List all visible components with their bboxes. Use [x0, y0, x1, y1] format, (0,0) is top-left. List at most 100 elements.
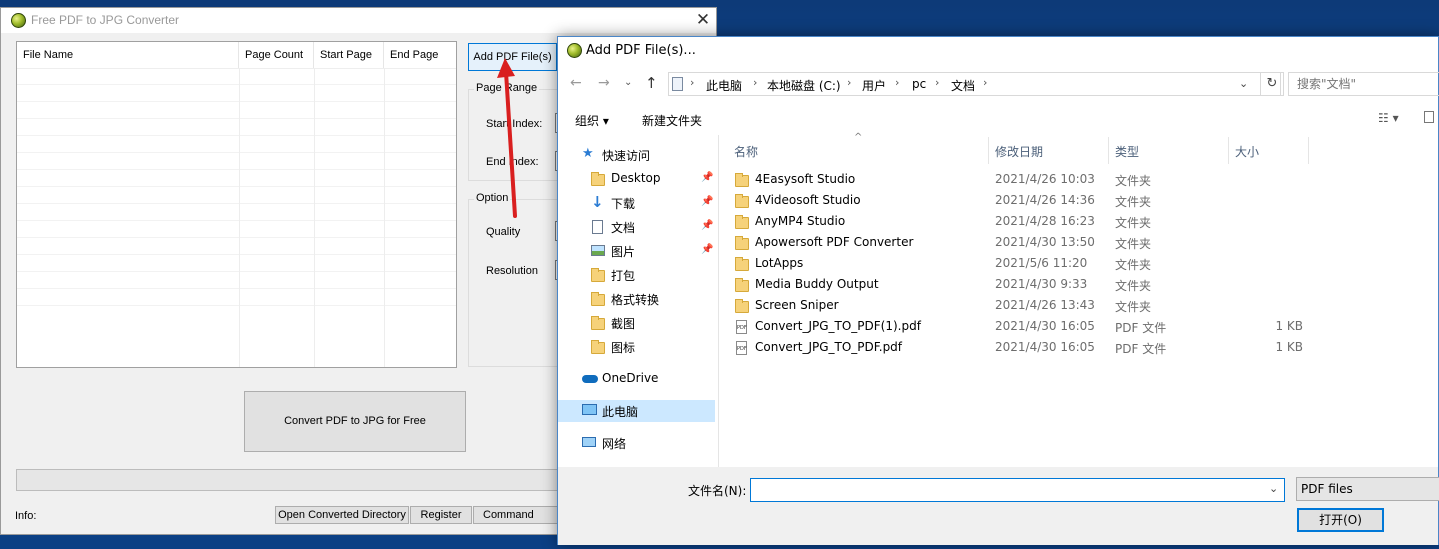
open-converted-directory-button[interactable]: Open Converted Directory — [275, 506, 409, 524]
pin-icon[interactable]: 📌 — [701, 172, 713, 183]
grid-line — [17, 254, 456, 255]
column-name[interactable]: 名称 — [734, 143, 758, 160]
pin-icon[interactable]: 📌 — [701, 196, 713, 207]
nav-item-11[interactable]: 网络 — [558, 432, 715, 454]
search-box[interactable] — [1288, 72, 1439, 96]
nav-item-6[interactable]: 格式转换 — [558, 288, 715, 310]
document-icon — [592, 220, 603, 234]
main-titlebar[interactable]: Free PDF to JPG Converter ✕ — [1, 8, 716, 33]
forward-arrow-icon[interactable]: → — [598, 75, 610, 91]
up-arrow-icon[interactable]: ↑ — [645, 74, 658, 92]
nav-item-0[interactable]: ★ 快速访问 — [558, 144, 715, 166]
breadcrumb-users[interactable]: 用户 — [862, 77, 886, 94]
refresh-icon[interactable]: ↻ — [1260, 72, 1284, 96]
file-row[interactable]: LotApps 2021/5/6 11:20 文件夹 — [720, 254, 1320, 275]
filename-input[interactable] — [751, 479, 1267, 501]
nav-item-8[interactable]: 图标 — [558, 336, 715, 358]
grid-line — [17, 84, 456, 85]
filename-field[interactable]: ⌄ — [750, 478, 1285, 502]
folder-icon — [735, 257, 749, 271]
register-button[interactable]: Register — [410, 506, 472, 524]
file-date: 2021/4/30 9:33 — [995, 277, 1088, 291]
file-date: 2021/4/26 10:03 — [995, 172, 1095, 186]
folder-icon — [735, 299, 749, 313]
close-icon[interactable]: ✕ — [695, 10, 711, 30]
file-row[interactable]: PDF Convert_JPG_TO_PDF.pdf 2021/4/30 16:05… — [720, 338, 1320, 359]
breadcrumb-separator[interactable]: › — [935, 76, 939, 89]
breadcrumb-separator[interactable]: › — [847, 76, 851, 89]
file-date: 2021/4/30 16:05 — [995, 319, 1095, 333]
view-options-icon[interactable]: ☷ ▾ — [1378, 111, 1399, 125]
file-row[interactable]: Screen Sniper 2021/4/26 13:43 文件夹 — [720, 296, 1320, 317]
nav-item-3[interactable]: 文档 📌 — [558, 216, 715, 238]
convert-button[interactable]: Convert PDF to JPG for Free — [244, 391, 466, 452]
preview-pane-icon[interactable] — [1424, 111, 1434, 123]
back-arrow-icon[interactable]: ← — [570, 75, 582, 91]
nav-item-label: 图标 — [611, 341, 636, 355]
search-input[interactable] — [1289, 73, 1439, 95]
grid-line — [384, 68, 385, 367]
filename-dropdown-icon[interactable]: ⌄ — [1269, 482, 1278, 495]
nav-item-5[interactable]: 打包 — [558, 264, 715, 286]
nav-item-7[interactable]: 截图 — [558, 312, 715, 334]
breadcrumb-separator[interactable]: › — [690, 76, 694, 89]
nav-item-1[interactable]: Desktop 📌 — [558, 168, 715, 190]
filetype-select[interactable]: PDF files — [1296, 477, 1439, 501]
window-title: Free PDF to JPG Converter — [31, 13, 180, 27]
breadcrumb-separator[interactable]: › — [895, 76, 899, 89]
address-bar[interactable]: › 此电脑 › 本地磁盘 (C:) › 用户 › pc › 文档 › ⌄ — [668, 72, 1281, 96]
nav-item-2[interactable]: ↓ 下载 📌 — [558, 192, 715, 214]
breadcrumb-pc[interactable]: pc — [912, 77, 926, 91]
nav-item-label: 此电脑 — [602, 405, 639, 419]
column-type[interactable]: 类型 — [1115, 143, 1139, 160]
nav-item-9[interactable]: OneDrive — [558, 368, 715, 390]
file-row[interactable]: 4Easysoft Studio 2021/4/26 10:03 文件夹 — [720, 170, 1320, 191]
column-size[interactable]: 大小 — [1235, 143, 1259, 160]
pin-icon[interactable]: 📌 — [701, 220, 713, 231]
folder-icon — [735, 194, 749, 208]
column-date[interactable]: 修改日期 — [995, 143, 1043, 160]
nav-item-4[interactable]: 图片 📌 — [558, 240, 715, 262]
column-start-page[interactable]: Start Page — [314, 42, 384, 68]
column-end-page[interactable]: End Page — [384, 42, 456, 68]
column-file-name[interactable]: File Name — [17, 42, 239, 68]
file-list-header: File Name Page Count Start Page End Page — [17, 42, 456, 69]
file-row[interactable]: AnyMP4 Studio 2021/4/28 16:23 文件夹 — [720, 212, 1320, 233]
info-label: Info: — [15, 510, 37, 522]
breadcrumb-this-pc[interactable]: 此电脑 — [706, 77, 742, 94]
column-divider[interactable] — [1228, 137, 1229, 164]
dialog-title: Add PDF File(s)... — [586, 43, 696, 58]
star-icon: ★ — [582, 146, 594, 161]
breadcrumb-separator[interactable]: › — [753, 76, 757, 89]
file-row[interactable]: Apowersoft PDF Converter 2021/4/30 13:50 文… — [720, 233, 1320, 254]
column-divider[interactable] — [1308, 137, 1309, 164]
file-date: 2021/4/30 16:05 — [995, 340, 1095, 354]
nav-item-label: 下载 — [611, 197, 636, 211]
pin-icon[interactable]: 📌 — [701, 244, 713, 255]
breadcrumb-local-disk[interactable]: 本地磁盘 (C:) — [767, 77, 841, 94]
file-row[interactable]: Media Buddy Output 2021/4/30 9:33 文件夹 — [720, 275, 1320, 296]
nav-item-10[interactable]: 此电脑 — [558, 400, 715, 422]
column-page-count[interactable]: Page Count — [239, 42, 314, 68]
file-list[interactable]: File Name Page Count Start Page End Page — [16, 41, 457, 368]
folder-icon — [735, 278, 749, 292]
grid-line — [17, 186, 456, 187]
dialog-bottom-area: 文件名(N): ⌄ PDF files 打开(O) — [558, 467, 1439, 545]
address-dropdown-icon[interactable]: ⌄ — [1239, 77, 1248, 90]
breadcrumb-separator[interactable]: › — [983, 76, 987, 89]
organize-menu[interactable]: 组织 ▾ — [575, 112, 609, 129]
new-folder-button[interactable]: 新建文件夹 — [642, 112, 702, 129]
column-divider[interactable] — [1108, 137, 1109, 164]
file-row[interactable]: 4Videosoft Studio 2021/4/26 14:36 文件夹 — [720, 191, 1320, 212]
command-line-button[interactable]: Command Line, — [473, 506, 559, 524]
column-divider[interactable] — [988, 137, 989, 164]
progress-bar — [16, 469, 559, 491]
file-date: 2021/4/26 13:43 — [995, 298, 1095, 312]
open-button[interactable]: 打开(O) — [1297, 508, 1384, 532]
filename-label: 文件名(N): — [688, 484, 747, 498]
file-row[interactable]: PDF Convert_JPG_TO_PDF(1).pdf 2021/4/30 16… — [720, 317, 1320, 338]
pc-location-icon — [672, 77, 683, 91]
breadcrumb-documents[interactable]: 文档 — [951, 77, 975, 94]
add-pdf-dialog: Add PDF File(s)... ← → ⌄ ↑ › 此电脑 › 本地磁盘 … — [557, 36, 1439, 545]
recent-locations-icon[interactable]: ⌄ — [624, 77, 632, 88]
